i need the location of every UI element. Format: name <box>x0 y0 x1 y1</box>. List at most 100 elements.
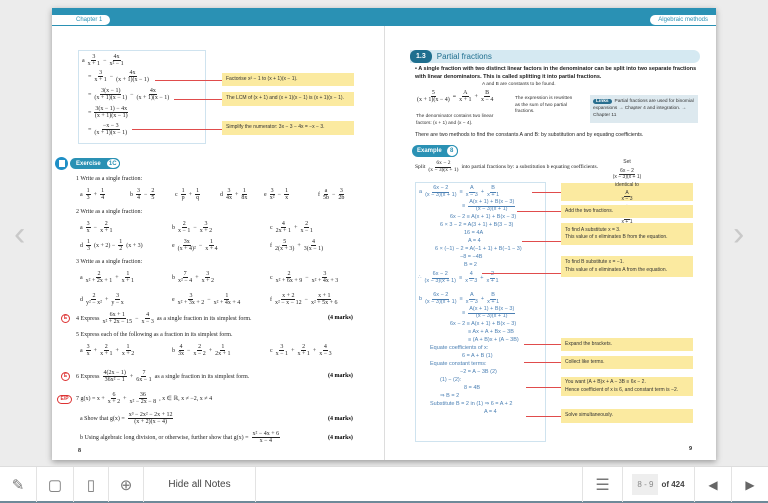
worked-line: = 3(x − 1) (x + 1)(x − 1) − 4x (x + 1)(x −… <box>88 88 170 101</box>
marker-line <box>155 80 222 81</box>
example-number: 8 <box>445 145 458 157</box>
q1-part: e 3 x² − 1x <box>264 188 290 201</box>
links-box: Links Partial fractions are used for bino… <box>590 95 698 123</box>
q1-part: a 13 + 14 <box>80 188 106 201</box>
question-3: 3 Write as a single fraction: <box>76 259 143 265</box>
marker-line <box>524 344 561 345</box>
solution-line: b 6x − 2 (x − 3)(x + 1) ≡ Ax − 3 + Bx + 1 <box>419 292 500 305</box>
solution-line: 6 = A + B (1) <box>462 353 493 359</box>
marks: (4 marks) <box>328 373 353 379</box>
previous-page-button[interactable]: ◀ <box>694 467 731 502</box>
note: Add the two fractions. <box>561 205 693 218</box>
pencil-icon: ✎ <box>11 476 25 494</box>
next-page-button[interactable]: ▶ <box>731 467 768 502</box>
section-tab: Algebraic methods <box>650 15 716 25</box>
solution-line: B = 2 <box>464 262 477 268</box>
q3-part: c 2 x² + 6x + 9 − 3 x² + 4x + 3 <box>270 271 339 284</box>
q3-part: f x + 2 x² − x − 12 − x + 1 x² + 5x + 6 <box>270 293 338 306</box>
marker-line <box>517 211 561 212</box>
key-point-text: A single fraction with two distinct line… <box>415 66 697 80</box>
marker-line <box>524 362 561 363</box>
q1-part: c 1p + 1q <box>175 188 201 201</box>
triangle-right-icon: ▶ <box>745 477 755 492</box>
note: To find A substitute x = 3. This value of… <box>561 223 693 245</box>
section-number: 1.3 <box>410 50 432 63</box>
solution-line: −2 = A − 3B (2) <box>460 369 497 375</box>
q2-part: f 5 2(x + 3) + 4 3(x − 1) <box>270 239 324 252</box>
solution-line: ⇒ B = 2 <box>440 393 460 399</box>
page-range-input[interactable]: 8 - 9 <box>632 474 659 495</box>
q1-part: d 3 4x + 1 8x <box>220 188 248 201</box>
q3-part: e 3 x² + 3x + 2 − 1 x² + 4x + 4 <box>172 293 241 306</box>
document-icon: ▯ <box>86 476 96 494</box>
partial-fraction-equation: 5 (x + 1)(x − 4) ≡ Ax + 1 + Bx − 4 <box>417 90 494 103</box>
key-point: • A single fraction with two distinct li… <box>415 66 697 80</box>
note-button[interactable]: ▢ <box>37 467 74 502</box>
example-task: Split 6x − 2 (x − 3)(x + 1) into partial … <box>415 160 599 173</box>
rewrite-note: The expression is rewritten as the sum o… <box>515 96 573 115</box>
q2-part: a 3x − 2x + 1 <box>80 221 113 234</box>
marker-line <box>522 241 561 242</box>
solution-line: Equate coefficients of x: <box>430 345 489 351</box>
ab-note: A and B are constants to be found. <box>482 82 556 87</box>
q3-part: d 2 y² − x² + 3y − x <box>80 293 124 306</box>
sticky-note-icon: ▢ <box>47 476 63 494</box>
marker-line <box>132 129 222 130</box>
marker-line <box>526 387 561 388</box>
q2-part: d 1 3 (x + 2) − 1 2 (x + 3) <box>80 239 143 252</box>
marker-line <box>532 192 561 193</box>
note: Simplify the numerator: 3x − 3 − 4x = −x… <box>222 121 354 135</box>
solution-line: ≡ A(x + 1) + B(x − 3) (x − 3)(x + 1) <box>462 306 516 319</box>
zoom-in-icon: ⊕ <box>119 476 133 494</box>
section-title: Partial fractions <box>436 52 492 61</box>
question-1: 1 Write as a single fraction: <box>76 176 143 182</box>
worked-line: = 3(x − 1) − 4x (x + 1)(x − 1) <box>88 106 129 119</box>
exam-icon: E <box>61 372 70 381</box>
q2-part: e 3x (x + 4)² − 1x + 4 <box>172 239 218 252</box>
previous-page-arrow[interactable]: ‹ <box>14 215 25 254</box>
contents-button[interactable]: ☰ <box>582 467 622 502</box>
pencil-button[interactable]: ✎ <box>0 467 37 502</box>
marks: (4 marks) <box>328 315 353 321</box>
next-page-arrow[interactable]: › <box>733 215 744 254</box>
q1-part: b 34 − 25 <box>130 188 156 201</box>
solution-line: Equate constant terms: <box>430 361 487 367</box>
zoom-button[interactable]: ⊕ <box>109 467 144 502</box>
solution-line: 6 × (−1) − 2 = A(−1 + 1) + B(−1 − 3) <box>435 246 522 252</box>
exam-icon: E <box>61 314 70 323</box>
example-label: Example <box>417 148 442 154</box>
solution-line: ≡ (A + B)x + (A − 3B) <box>468 337 519 343</box>
worked-line: = −x − 3 (x + 1)(x − 1) <box>88 123 128 136</box>
note: Collect like terms. <box>561 356 693 369</box>
exercise-number: 1C <box>105 158 120 169</box>
reader-toolbar: ✎ ▢ ▯ ⊕ Hide all Notes ☰ 8 - 9 of 424 ◀ … <box>0 466 768 503</box>
q3-part: a 2 x² + 2x + 1 + 1x + 1 <box>80 271 135 284</box>
chapter-tab: Chapter 1 <box>52 15 111 25</box>
q7-part-b: b Using algebraic long division, or othe… <box>80 431 281 444</box>
page-number: 9 <box>689 446 693 452</box>
page-button[interactable]: ▯ <box>74 467 109 502</box>
note: The LCM of (x + 1) and (x + 1)(x − 1) is… <box>222 92 354 106</box>
q5-part: a 3x + 2x + 1 + 1x + 2 <box>80 344 135 357</box>
solution-line: 6x − 2 ≡ A(x + 1) + B(x − 3) <box>450 321 517 327</box>
links-label: Links <box>593 99 612 104</box>
exam-problem-icon: E/P <box>57 395 72 404</box>
solution-line: 8 = 4B <box>464 385 481 391</box>
gutter <box>384 26 385 460</box>
q7-part-a: a Show that g(x) = x³ − 2x² − 2x + 12 (x … <box>80 412 174 425</box>
note: Solve simultaneously. <box>561 409 693 423</box>
worked-line: a 3x + 1 − 4x x² − 1 <box>82 54 124 67</box>
question-2: 2 Write as a single fraction: <box>76 209 143 215</box>
hide-all-notes-button[interactable]: Hide all Notes <box>144 467 256 502</box>
header-bar <box>52 8 716 26</box>
note: You want (A + B)x + A − 3B ≡ 6x − 2. Henc… <box>561 377 693 396</box>
question-5: 5 Express each of the following as a fra… <box>76 332 233 338</box>
solution-line: Substitute B = 2 in (1) ⇒ 6 = A + 2 <box>430 401 513 407</box>
marks: (4 marks) <box>328 416 353 422</box>
q2-part: b 2x − 1 − 3x + 2 <box>172 221 213 234</box>
list-icon: ☰ <box>595 476 610 494</box>
solution-line: 6 × 3 − 2 = A(3 + 1) + B(3 − 3) <box>440 222 514 228</box>
marker-line <box>482 273 561 274</box>
question-4: 4 Express 6x + 1 x² + 2x − 15 − 4x − 3 as… <box>76 312 252 325</box>
exercise-label: Exercise <box>76 160 101 167</box>
